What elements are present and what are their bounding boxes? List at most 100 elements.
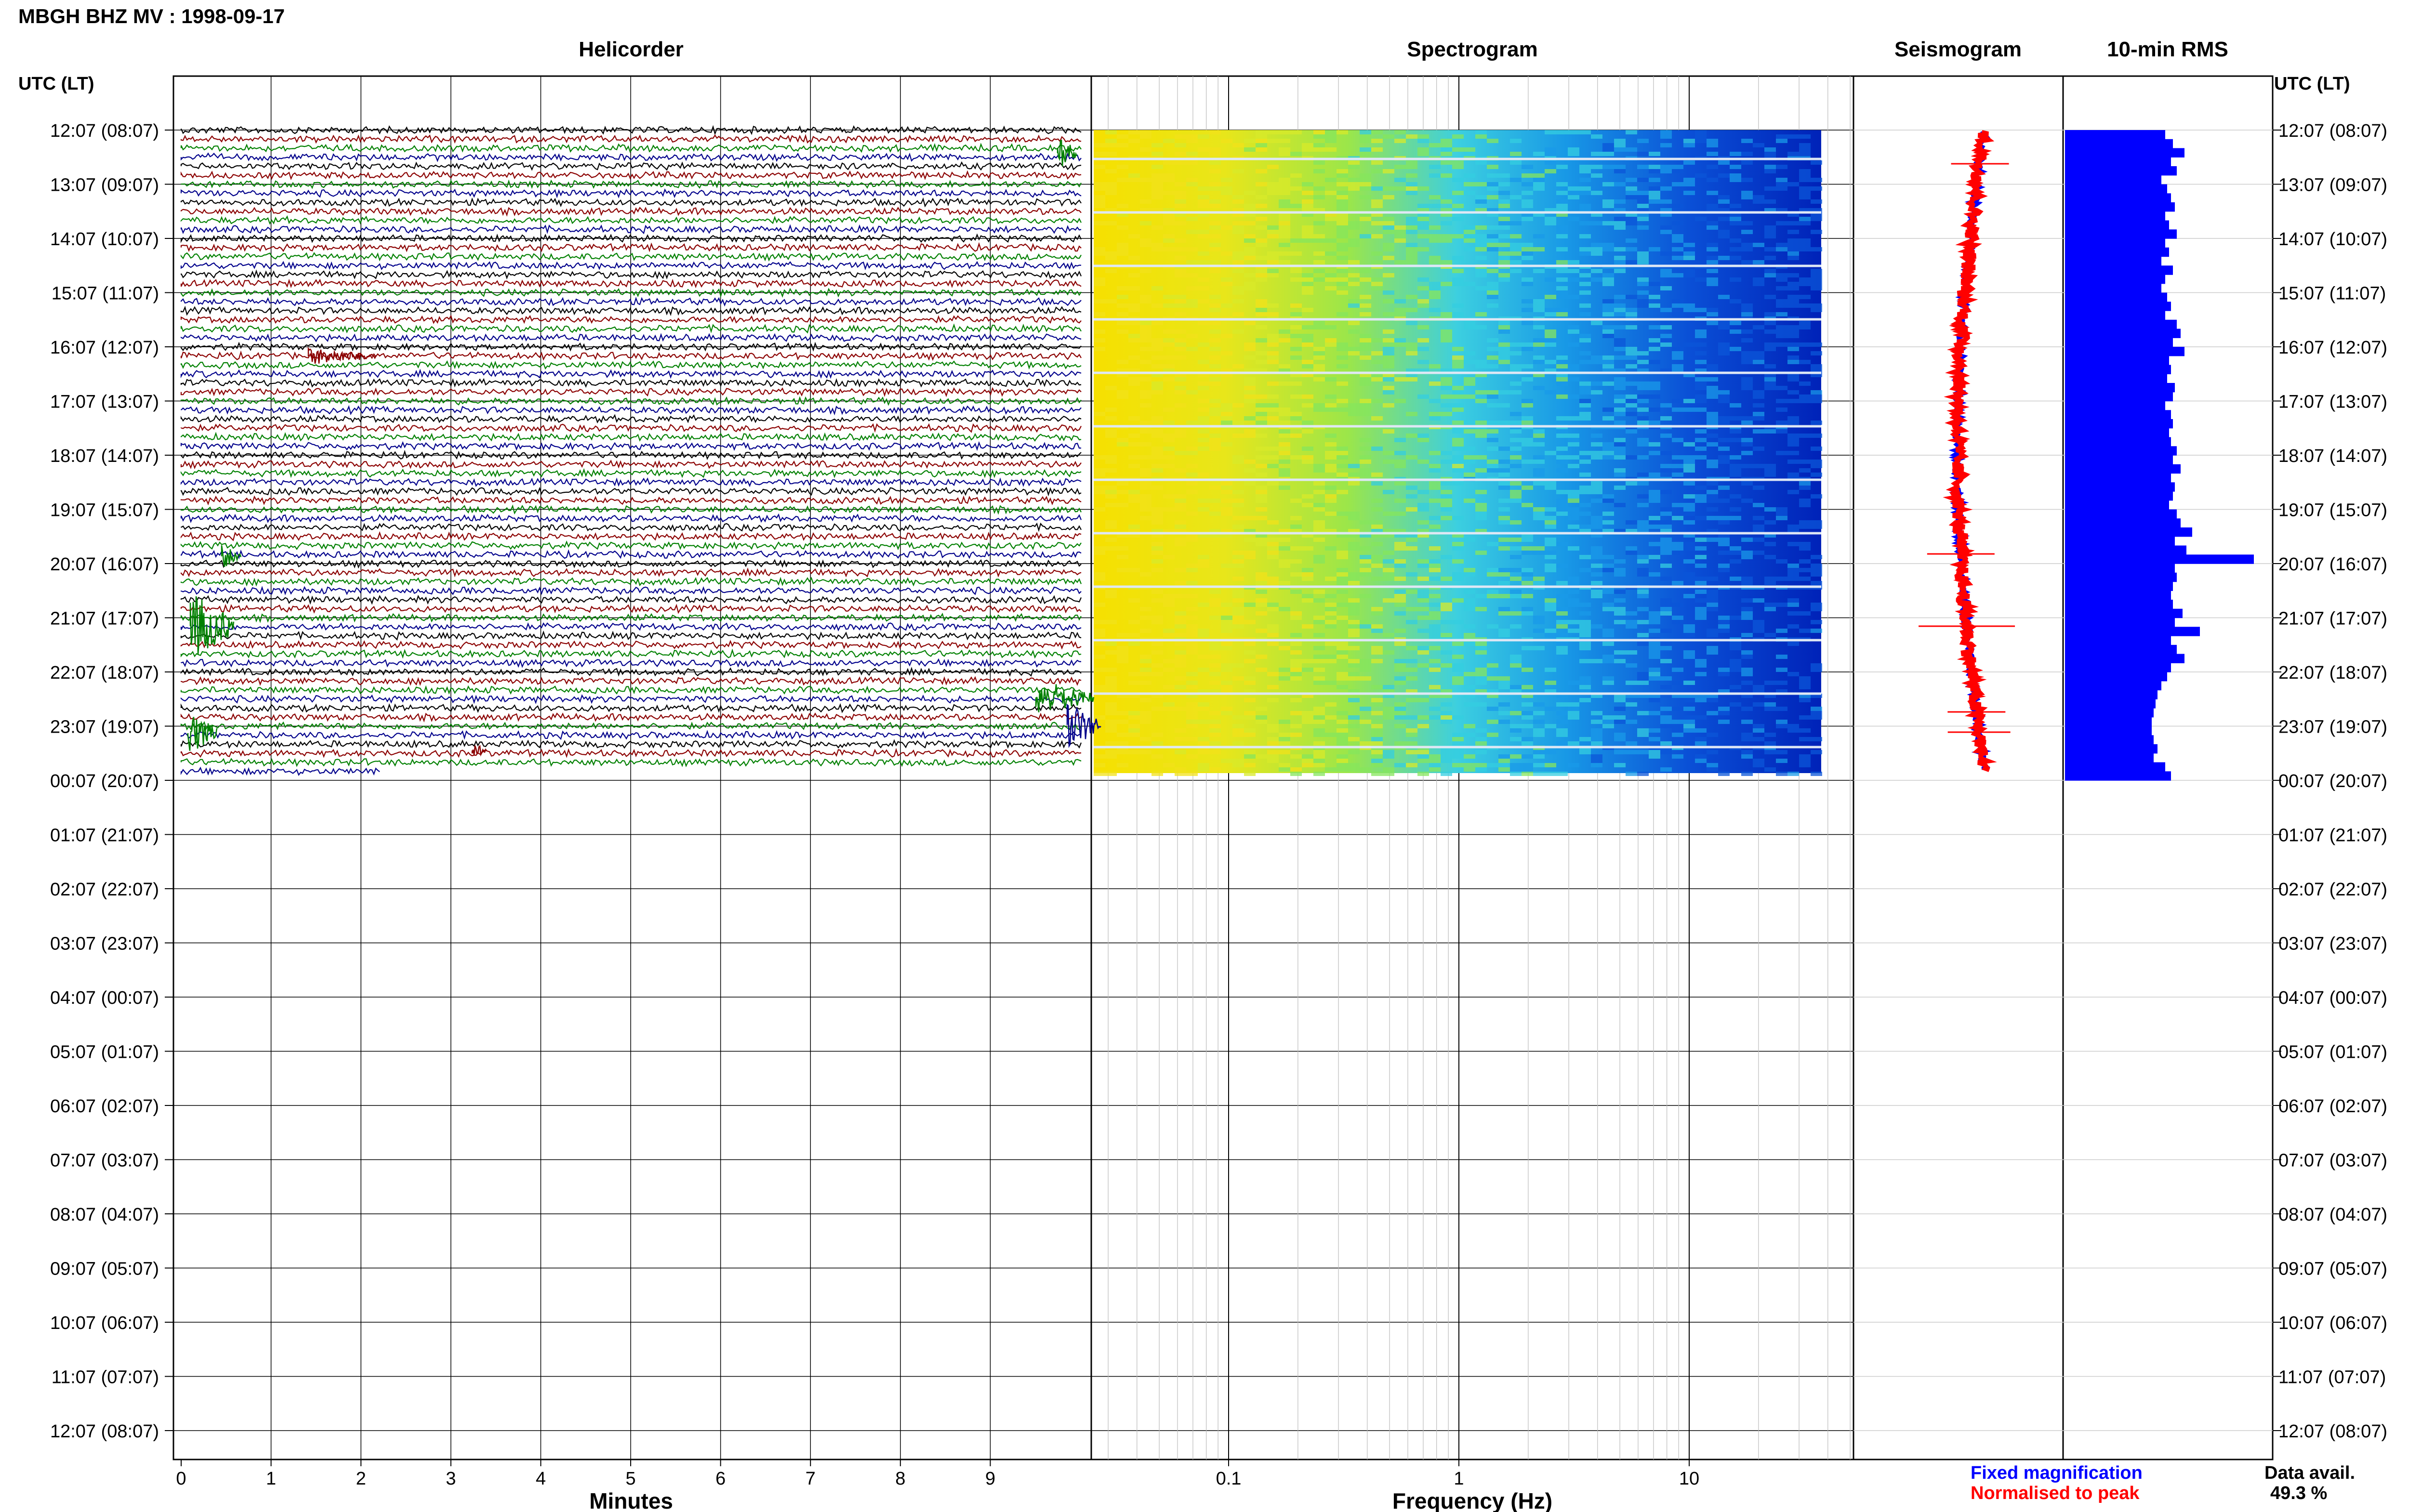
spectrogram-cell <box>1441 650 1452 655</box>
spectrogram-cell <box>1672 165 1683 169</box>
spectrogram-cell <box>1175 295 1186 299</box>
spectrogram-cell <box>1302 325 1313 329</box>
spectrogram-cell <box>1117 546 1128 551</box>
spectrogram-cell <box>1545 277 1556 282</box>
spectrogram-cell <box>1730 321 1741 325</box>
spectrogram-cell <box>1209 234 1221 238</box>
spectrogram-cell <box>1556 633 1568 637</box>
rms-bar <box>2065 473 2171 483</box>
spectrogram-cell <box>1267 603 1279 607</box>
spectrogram-cell <box>1637 399 1649 403</box>
spectrogram-cell <box>1163 447 1175 451</box>
spectrogram-cell <box>1163 455 1175 460</box>
spectrogram-cell <box>1209 247 1221 251</box>
spectrogram-cell <box>1683 581 1695 585</box>
spectrogram-cell <box>1152 390 1163 394</box>
spectrogram-cell <box>1371 711 1383 715</box>
spectrogram-cell <box>1128 173 1140 178</box>
spectrogram-cell <box>1510 243 1522 247</box>
spectrogram-cell <box>1464 473 1475 477</box>
seismic-day-plot: 12:07 (08:07) 12:07 (08:07)13:07 (09:07) 1… <box>18 5 2387 1512</box>
spectrogram-cell <box>1441 555 1452 559</box>
spectrogram-cell <box>1105 408 1117 412</box>
spectrogram-cell <box>1406 243 1417 247</box>
spectrogram-cell <box>1186 650 1198 655</box>
spectrogram-cell <box>1591 251 1602 256</box>
spectrogram-cell <box>1313 321 1325 325</box>
spectrogram-cell <box>1475 286 1487 290</box>
spectrogram-cell <box>1475 468 1487 473</box>
spectrogram-cell <box>1417 598 1429 603</box>
spectrogram-cell <box>1487 355 1498 360</box>
spectrogram-cell <box>1591 381 1602 386</box>
spectrogram-cell <box>1510 234 1522 238</box>
spectrogram-cell <box>1417 616 1429 620</box>
spectrogram-cell <box>1094 412 1105 416</box>
spectrogram-cell <box>1394 598 1406 603</box>
spectrogram-cell <box>1383 290 1394 295</box>
spectrogram-cell <box>1186 260 1198 264</box>
spectrogram-cell <box>1094 468 1105 473</box>
spectrogram-cell <box>1602 447 1614 451</box>
spectrogram-cell <box>1244 342 1256 347</box>
spectrogram-cell <box>1533 728 1545 733</box>
spectrogram-cell <box>1383 364 1394 368</box>
spectrogram-cell <box>1695 455 1707 460</box>
spectrogram-cell <box>1441 750 1452 754</box>
spectrogram-cell <box>1348 512 1360 516</box>
spectrogram-cell <box>1198 564 1209 568</box>
spectrogram-cell <box>1232 763 1244 767</box>
spectrogram-cell <box>1741 195 1753 199</box>
spectrogram-cell <box>1498 468 1510 473</box>
spectrogram-cell <box>1649 754 1660 759</box>
spectrogram-cell <box>1545 525 1556 529</box>
spectrogram-cell <box>1140 321 1152 325</box>
spectrogram-cell <box>1649 360 1660 364</box>
spectrogram-cell <box>1741 338 1753 342</box>
spectrogram-cell <box>1371 737 1383 741</box>
spectrogram-cell <box>1406 182 1417 186</box>
spectrogram-cell <box>1383 403 1394 408</box>
spectrogram-cell <box>1221 139 1232 143</box>
spectrogram-cell <box>1707 204 1718 208</box>
spectrogram-cell <box>1337 230 1348 234</box>
spectrogram-cell <box>1811 711 1822 715</box>
spectrogram-cell <box>1371 629 1383 633</box>
spectrogram-cell <box>1279 199 1290 204</box>
spectrogram-cell <box>1152 429 1163 434</box>
spectrogram-cell <box>1406 256 1417 260</box>
spectrogram-cell <box>1811 434 1822 438</box>
spectrogram-cell <box>1545 629 1556 633</box>
spectrogram-cell <box>1290 173 1302 178</box>
spectrogram-cell <box>1313 481 1325 486</box>
spectrogram-cell <box>1811 303 1822 308</box>
spectrogram-cell <box>1140 347 1152 351</box>
spectrogram-cell <box>1730 152 1741 156</box>
spectrogram-cell <box>1140 516 1152 520</box>
spectrogram-cell <box>1764 165 1776 169</box>
minute-tick-label: 1 <box>266 1469 276 1489</box>
spectrogram-cell <box>1452 737 1464 741</box>
spectrogram-cell <box>1510 724 1522 728</box>
spectrogram-cell <box>1637 225 1649 230</box>
spectrogram-cell <box>1383 429 1394 434</box>
spectrogram-cell <box>1464 590 1475 594</box>
spectrogram-cell <box>1279 221 1290 225</box>
spectrogram-cell <box>1649 676 1660 681</box>
spectrogram-cell <box>1591 564 1602 568</box>
spectrogram-cell <box>1799 728 1811 733</box>
spectrogram-cell <box>1290 711 1302 715</box>
spectrogram-cell <box>1244 399 1256 403</box>
spectrogram-cell <box>1256 464 1267 468</box>
spectrogram-cell <box>1186 230 1198 234</box>
spectrogram-cell <box>1256 238 1267 243</box>
spectrogram-cell <box>1256 256 1267 260</box>
spectrogram-cell <box>1117 286 1128 290</box>
spectrogram-cell <box>1383 512 1394 516</box>
spectrogram-cell <box>1487 394 1498 399</box>
spectrogram-cell <box>1764 321 1776 325</box>
spectrogram-cell <box>1510 772 1522 776</box>
spectrogram-cell <box>1568 581 1579 585</box>
spectrogram-cell <box>1533 303 1545 308</box>
spectrogram-cell <box>1533 620 1545 624</box>
